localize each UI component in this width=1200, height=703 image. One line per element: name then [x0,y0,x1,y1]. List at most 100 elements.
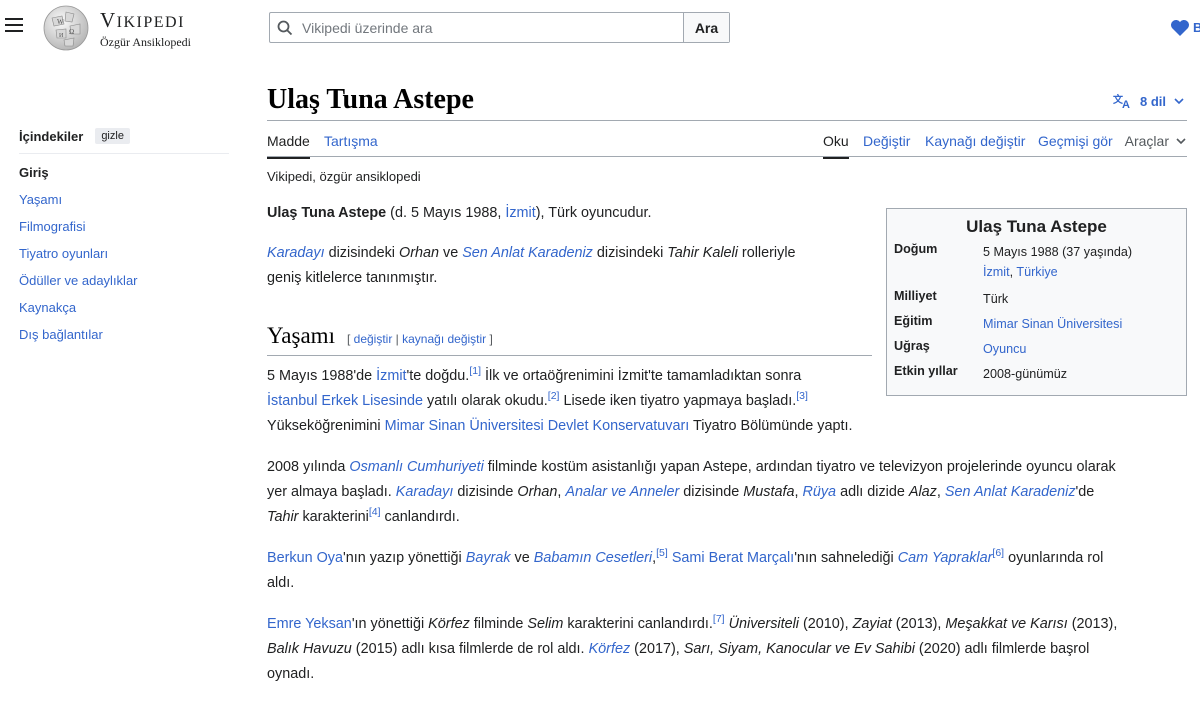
link-berkun-oya[interactable]: Berkun Oya [267,550,343,566]
link-izmit[interactable]: İzmit [983,265,1010,279]
reference-link[interactable]: [4] [369,506,381,518]
language-selector[interactable]: 文 A 8 dil [1113,93,1186,109]
body-paragraph-2: 2008 yılında Osmanlı Cumhuriyeti filmind… [267,455,1197,530]
text: dizisinde [453,484,518,500]
chevron-down-icon [1176,138,1186,145]
infobox-value: Türk [983,292,1009,306]
text: Orhan [399,245,439,261]
birth-date: 5 Mayıs 1988 (37 yaşında) [983,245,1133,259]
section-edit-link[interactable]: değiştir [354,332,393,346]
section-title: Yaşamı [267,323,335,348]
link-korfez[interactable]: Körfez [589,641,631,657]
toc-item-kaynakca[interactable]: Kaynakça [19,300,229,327]
link-turkiye[interactable]: Türkiye [1016,265,1057,279]
heart-icon[interactable] [1170,19,1190,37]
wordmark-tagline: Özgür Ansiklopedi [100,35,191,49]
link-oyuncu[interactable]: Oyuncu [983,339,1184,359]
text: Selim [527,616,564,632]
link-babamin-cesetleri[interactable]: Babamın Cesetleri [534,550,652,566]
infobox-key: Etkin yıllar [894,364,958,378]
section-edit-source-link[interactable]: kaynağı değiştir [402,332,486,346]
toc-link[interactable]: Yaşamı [19,192,62,207]
text: Tiyatro Bölümünde yaptı. [689,418,853,434]
link-ruya[interactable]: Rüya [802,484,836,500]
text: Mustafa [743,484,795,500]
section-heading-yasami: Yaşamı [ değiştir | kaynağı değiştir ] [267,323,872,356]
text: Üniversiteli [728,616,799,632]
reference-link[interactable]: [2] [548,390,560,402]
link-karadayi[interactable]: Karadayı [267,245,325,261]
search-button[interactable]: Ara [683,13,729,42]
text: (2020) adlı filmlerde başrol [914,641,1090,657]
text: Körfez [428,616,470,632]
search-input[interactable] [300,13,683,42]
link-msu-konservatuvar[interactable]: Mimar Sinan Üniversitesi Devlet Konserva… [385,418,690,434]
text: (2010), [798,616,853,632]
reference-link[interactable]: [5] [656,547,668,559]
text: Tahir [267,509,299,525]
toc-item-filmografisi[interactable]: Filmografisi [19,219,229,246]
toc-link[interactable]: Filmografisi [19,219,85,234]
text: dizisindeki [324,245,399,261]
tab-madde[interactable]: Madde [267,133,310,159]
reference-link[interactable]: [6] [992,547,1004,559]
tab-oku[interactable]: Oku [823,133,849,159]
text: Meşakkat ve Karısı [945,616,1068,632]
reference-link[interactable]: [3] [796,390,808,402]
text: (2013), [891,616,946,632]
toc-item-giris[interactable]: Giriş [19,165,229,192]
toc-hide-button[interactable]: gizle [95,128,130,144]
body-paragraph-3: Berkun Oya'nın yazıp yönettiği Bayrak ve… [267,546,1197,596]
text: geniş kitlelerce tanınmıştır. [267,270,438,286]
link-istanbul-erkek-lisesi[interactable]: İstanbul Erkek Lisesinde [267,393,423,409]
link-bayrak[interactable]: Bayrak [466,550,511,566]
toc-item-oduller[interactable]: Ödüller ve adaylıklar [19,273,229,300]
tab-kaynagi-degistir[interactable]: Kaynağı değiştir [925,133,1025,157]
link-karadayi[interactable]: Karadayı [396,484,454,500]
infobox: Ulaş Tuna Astepe Doğum 5 Mayıs 1988 (37 … [886,208,1187,396]
wordmark[interactable]: VIKIPEDI Özgür Ansiklopedi [100,9,191,49]
reference-link[interactable]: [1] [469,365,481,377]
wordmark-title: VIKIPEDI [100,8,185,32]
link-osmanli-cumhuriyeti[interactable]: Osmanlı Cumhuriyeti [349,459,483,475]
hamburger-icon[interactable] [5,18,23,32]
toc-link[interactable]: Kaynakça [19,300,76,315]
link-izmit[interactable]: İzmit [505,205,535,221]
tab-gecmisi-gor[interactable]: Geçmişi gör [1038,133,1113,157]
text: Orhan [517,484,558,500]
text: Sarı, Siyam, Kanocular ve Ev Sahibi [683,641,915,657]
svg-text:A: A [1122,99,1130,109]
text: (d. 5 Mayıs 1988, [386,205,506,221]
link-mimar-sinan[interactable]: Mimar Sinan Üniversitesi [983,314,1184,334]
wikipedia-globe-logo[interactable]: W Ω И [42,4,90,52]
donate-link[interactable]: B [1193,20,1200,35]
link-sami-berat-marcali[interactable]: Sami Berat Marçalı [672,550,794,566]
link-sen-anlat-karadeniz[interactable]: Sen Anlat Karadeniz [462,245,593,261]
text: (2017), [630,641,684,657]
link-izmit[interactable]: İzmit [376,368,406,384]
tab-tartisma[interactable]: Tartışma [324,133,378,157]
toc-item-dis-baglantilar[interactable]: Dış bağlantılar [19,327,229,354]
toc-link[interactable]: Ödüller ve adaylıklar [19,273,138,288]
text: adlı dizide [836,484,909,500]
text: Yükseköğrenimini [267,418,385,434]
search-box: Ara [269,12,730,43]
link-emre-yeksan[interactable]: Emre Yeksan [267,616,352,632]
toc-link[interactable]: Dış bağlantılar [19,327,103,342]
text: dizisindeki [592,245,668,261]
link-analar-ve-anneler[interactable]: Analar ve Anneler [565,484,679,500]
chevron-down-icon [1174,98,1184,105]
toc-item-tiyatro[interactable]: Tiyatro oyunları [19,246,229,273]
text: Zayiat [852,616,892,632]
toc-link[interactable]: Tiyatro oyunları [19,246,108,261]
tools-menu[interactable]: Araçlar [1125,133,1187,149]
text: İlk ve ortaöğrenimini İzmit'te tamamladı… [481,368,802,384]
link-sen-anlat-karadeniz[interactable]: Sen Anlat Karadeniz [945,484,1076,500]
text: 'de [1075,484,1095,500]
tab-degistir[interactable]: Değiştir [863,133,910,157]
text: Alaz [908,484,937,500]
text: 'nın sahnelediği [794,550,898,566]
link-cam-yapraklar[interactable]: Cam Yapraklar [898,550,993,566]
reference-link[interactable]: [7] [713,613,725,625]
toc-item-yasami[interactable]: Yaşamı [19,192,229,219]
